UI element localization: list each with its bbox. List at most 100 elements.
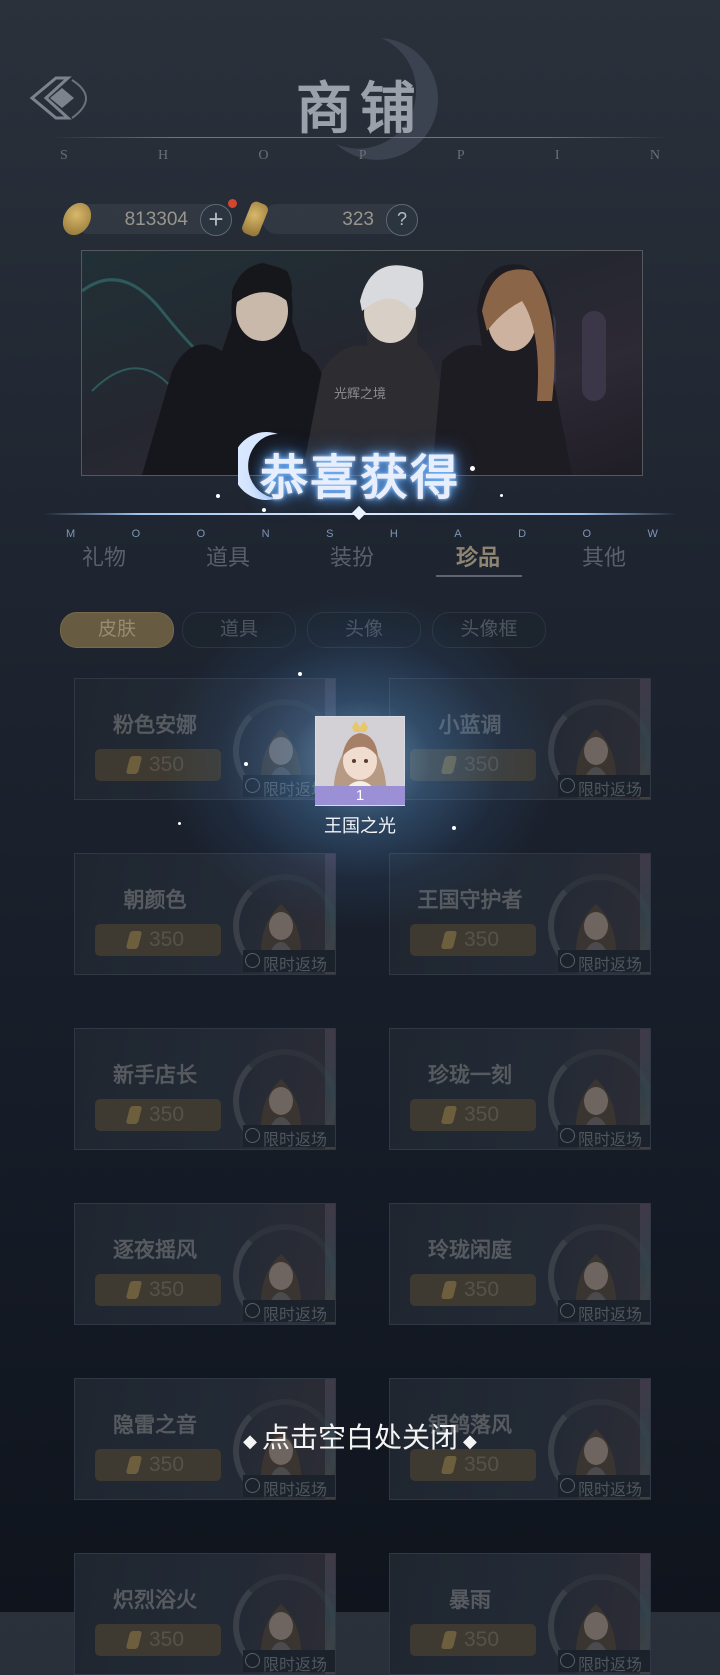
diamond-icon: ◆	[458, 1431, 477, 1451]
page-title: 商铺	[296, 79, 424, 141]
shop-item-card[interactable]: 珍珑一刻 350 限时返场	[389, 1028, 651, 1150]
gem-icon	[125, 756, 143, 774]
limited-tag: 限时返场	[558, 1125, 650, 1149]
clock-icon	[245, 953, 260, 968]
limited-label: 限时返场	[263, 1132, 328, 1149]
limited-tag: 限时返场	[243, 1300, 335, 1324]
tab-dressup[interactable]: 装扮	[330, 540, 374, 572]
shop-item-card[interactable]: 暴雨 350 限时返场	[389, 1553, 651, 1675]
price-value: 350	[149, 1453, 185, 1476]
limited-label: 限时返场	[263, 957, 328, 974]
item-name: 炽烈浴火	[113, 1589, 197, 1612]
category-tabs: 礼物 道具 装扮 珍品 其他	[60, 540, 680, 580]
price-value: 350	[464, 1453, 500, 1476]
tab-items[interactable]: 道具	[206, 540, 250, 572]
price-button[interactable]: 350	[410, 1274, 536, 1306]
item-name: 珍珑一刻	[428, 1064, 512, 1087]
moonshadow-letter: W	[647, 528, 658, 540]
close-hint[interactable]: ◆ 点击空白处关闭 ◆	[0, 1416, 720, 1456]
item-name: 新手店长	[113, 1064, 197, 1087]
page-subtitle: S H O P P I N	[60, 148, 660, 164]
price-value: 350	[149, 1103, 185, 1126]
tab-other[interactable]: 其他	[582, 540, 626, 572]
moonshadow-letter: M	[66, 528, 76, 540]
header-divider	[50, 137, 670, 138]
banner-caption: 光辉之境	[334, 386, 387, 401]
gem-icon	[440, 1281, 458, 1299]
gem-icon	[125, 1631, 143, 1649]
moonshadow-letter: O	[196, 528, 206, 540]
sparkle-icon	[244, 762, 248, 766]
reward-item-count: 1	[315, 786, 405, 805]
shop-item-card[interactable]: 玲珑闲庭 350 限时返场	[389, 1203, 651, 1325]
gem-icon	[125, 931, 143, 949]
subtitle-letter: H	[158, 148, 169, 163]
item-name: 玲珑闲庭	[428, 1239, 512, 1262]
shop-item-card[interactable]: 逐夜摇风 350 限时返场	[74, 1203, 336, 1325]
sparkle-icon	[470, 466, 475, 471]
moonshadow-letter: A	[454, 528, 462, 540]
shop-item-card[interactable]: 炽烈浴火 350 限时返场	[74, 1553, 336, 1675]
item-name: 暴雨	[449, 1589, 491, 1612]
limited-label: 限时返场	[263, 1657, 328, 1674]
limited-label: 限时返场	[578, 782, 643, 799]
subtitle-letter: N	[649, 148, 660, 163]
price-button[interactable]: 350	[95, 1099, 221, 1131]
moonshadow-letter: S	[326, 528, 334, 540]
gem-icon	[125, 1281, 143, 1299]
gem-help-button[interactable]: ?	[386, 204, 418, 236]
subtitle-letter: I	[554, 148, 560, 163]
tab-treasures[interactable]: 珍品	[456, 540, 500, 572]
moonshadow-letter: O	[582, 528, 592, 540]
limited-label: 限时返场	[578, 1132, 643, 1149]
clock-icon	[560, 953, 575, 968]
price-button[interactable]: 350	[410, 1624, 536, 1656]
limited-tag: 限时返场	[243, 1650, 335, 1674]
gem-icon	[440, 1631, 458, 1649]
clock-icon	[560, 1653, 575, 1668]
limited-tag: 限时返场	[558, 1300, 650, 1324]
moonshadow-letter: O	[131, 528, 141, 540]
limited-tag: 限时返场	[558, 775, 650, 799]
item-name: 朝颜色	[123, 889, 187, 912]
clock-icon	[245, 1128, 260, 1143]
price-button[interactable]: 350	[410, 1099, 536, 1131]
add-gold-button[interactable]: +	[200, 204, 232, 236]
price-value: 350	[464, 1278, 500, 1301]
price-value: 350	[149, 928, 185, 951]
limited-label: 限时返场	[578, 957, 643, 974]
close-hint-label: 点击空白处关闭	[261, 1422, 458, 1453]
limited-label: 限时返场	[578, 1482, 643, 1499]
moonshadow-letter: N	[261, 528, 270, 540]
limited-tag: 限时返场	[558, 1650, 650, 1674]
subtab-skins[interactable]: 皮肤	[60, 612, 174, 648]
subtitle-letter: S	[60, 148, 68, 163]
clock-icon	[245, 1303, 260, 1318]
reward-item-name: 王国之光	[324, 816, 396, 836]
subtitle-letter: O	[258, 148, 269, 163]
price-button[interactable]: 350	[95, 1274, 221, 1306]
limited-tag: 限时返场	[243, 950, 335, 974]
active-tab-indicator	[436, 575, 522, 577]
price-button[interactable]: 350	[410, 924, 536, 956]
item-name: 逐夜摇风	[113, 1239, 197, 1262]
gold-amount: 813304	[124, 209, 188, 230]
clock-icon	[560, 1303, 575, 1318]
price-value: 350	[149, 1278, 185, 1301]
tab-gifts[interactable]: 礼物	[82, 540, 126, 572]
shop-item-card[interactable]: 新手店长 350 限时返场	[74, 1028, 336, 1150]
gem-icon	[125, 1106, 143, 1124]
clock-icon	[560, 1478, 575, 1493]
congrats-title: 恭喜获得	[259, 452, 460, 505]
sparkle-icon	[216, 494, 220, 498]
limited-label: 限时返场	[578, 1657, 643, 1674]
clock-icon	[560, 778, 575, 793]
sparkle-icon	[452, 826, 456, 830]
gem-icon	[440, 1106, 458, 1124]
price-button[interactable]: 350	[95, 1624, 221, 1656]
price-button[interactable]: 350	[95, 924, 221, 956]
moonshadow-letter: D	[518, 528, 527, 540]
limited-tag: 限时返场	[243, 1475, 335, 1499]
price-value: 350	[149, 1628, 185, 1651]
moonshadow-letter: H	[389, 528, 398, 540]
